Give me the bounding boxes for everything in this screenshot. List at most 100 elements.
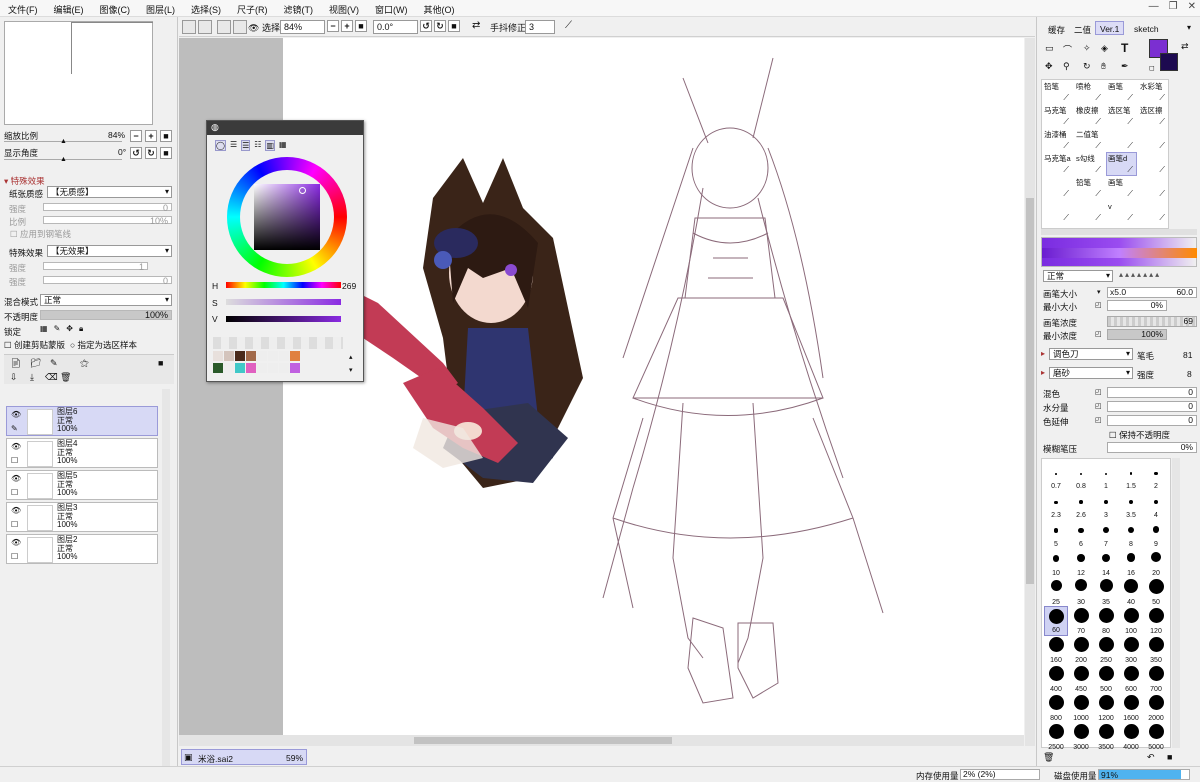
menu-item[interactable]: 其他(O) (416, 0, 463, 17)
menu-item[interactable]: 选择(S) (183, 0, 229, 17)
rotate-right-button[interactable]: ↻ (145, 147, 157, 159)
min-size-pressure-icon[interactable]: ◰ (1095, 301, 1102, 309)
horizontal-scrollbar[interactable] (179, 735, 1024, 746)
swatch[interactable] (213, 351, 223, 361)
tab-menu-icon[interactable]: ▾ (1187, 23, 1191, 32)
layer-item[interactable]: 👁︎ ☐ 图层5 正常 100% (6, 470, 158, 500)
right-tab[interactable]: Ver.1 (1095, 21, 1125, 35)
layer-effect-icon[interactable]: ⚝ (80, 358, 89, 369)
brush-size-option[interactable]: 16 (1119, 548, 1143, 578)
hue-slider[interactable] (226, 282, 341, 288)
swatch[interactable] (224, 363, 234, 373)
brush-size-option[interactable]: 14 (1094, 548, 1118, 578)
brush-size-option[interactable]: 2 (1144, 461, 1168, 491)
brush-slot[interactable]: 喷枪 ⟋ (1074, 80, 1105, 104)
mix-input[interactable]: 0 (1107, 387, 1197, 398)
hue-ring[interactable] (227, 157, 347, 277)
brush-size-option[interactable]: 10 (1044, 548, 1068, 578)
swatch[interactable] (235, 351, 245, 361)
toolbar-rotate-left-button[interactable]: ↺ (420, 20, 432, 32)
brush-size-option[interactable]: 120 (1144, 606, 1168, 636)
right-tab[interactable]: 缓存 (1043, 21, 1070, 35)
menu-item[interactable]: 图像(C) (92, 0, 139, 17)
brush-size-option[interactable]: 0.7 (1044, 461, 1068, 491)
brush-size-option[interactable]: 5 (1044, 519, 1068, 549)
brush-size-option[interactable]: 450 (1069, 664, 1093, 694)
options-square-icon[interactable]: ■ (1167, 752, 1172, 762)
selection-source-radio[interactable]: ○ 指定为选区样本 (70, 339, 137, 351)
swatch[interactable] (246, 363, 256, 373)
rotate-reset-button[interactable]: ■ (160, 147, 172, 159)
layer-edit-icon[interactable]: ☐ (11, 456, 18, 465)
effect-strength2-slider[interactable]: 0 (43, 276, 172, 286)
stretch-input[interactable]: 0 (1107, 415, 1197, 426)
transfer-down-icon[interactable]: ⇩ (10, 372, 18, 383)
brush-slot[interactable]: ⟋ (1074, 200, 1105, 224)
brush-slot[interactable]: 油漆桶 ⟋ (1042, 128, 1073, 152)
brush-size-option[interactable]: 4000 (1119, 722, 1143, 752)
brush-slot[interactable]: 水彩笔 ⟋ (1138, 80, 1169, 104)
brush-size-option[interactable]: 4 (1144, 490, 1168, 520)
brush-slot[interactable]: 画笔 ⟋ (1106, 176, 1137, 200)
swatch[interactable] (213, 363, 223, 373)
paper-dropdown[interactable]: 【无质感】 (47, 186, 172, 198)
brush-size-option[interactable]: 1200 (1094, 693, 1118, 723)
vertical-scroll-thumb[interactable] (1026, 198, 1034, 584)
toolbar-zoom-out-button[interactable]: − (327, 20, 339, 32)
new-layer-icon[interactable]: 📄︎ (10, 358, 21, 369)
new-linework-layer-icon[interactable]: ✎ (50, 358, 58, 369)
mixer-tab-icon[interactable]: ▥ (265, 140, 276, 151)
swatch[interactable] (235, 363, 245, 373)
angle-select[interactable]: 0.0° (373, 20, 418, 34)
navigator-preview[interactable] (4, 21, 153, 125)
shape-icon[interactable]: ◈ (1101, 43, 1108, 54)
maximize-icon[interactable]: ❐ (1169, 1, 1178, 12)
brush-size-option[interactable]: 1600 (1119, 693, 1143, 723)
rotate-icon[interactable]: ↻ (1083, 61, 1091, 72)
effects-section-header[interactable]: ▾ 特殊效果 (4, 175, 45, 187)
menu-item[interactable]: 尺子(R) (229, 0, 276, 17)
layer-item[interactable]: 👁︎ ☐ 图层3 正常 100% (6, 502, 158, 532)
strength-slider[interactable]: 0 (43, 203, 172, 213)
flip-horizontal-icon[interactable]: ⇄ (472, 20, 480, 31)
brush-slot[interactable]: 选区笔 ⟋ (1106, 104, 1137, 128)
brush-slot[interactable]: v ⟋ (1106, 200, 1137, 224)
brush-size-option[interactable]: 300 (1119, 635, 1143, 665)
brush-size-option[interactable]: 40 (1119, 577, 1143, 607)
brush-size-option[interactable]: 2000 (1144, 693, 1168, 723)
stabilizer-select[interactable]: 3 (525, 20, 555, 34)
document-tab[interactable]: ▣ 米浴.sai2 59% (181, 749, 307, 765)
size-input[interactable]: x5.0 60.0 (1107, 287, 1197, 298)
brush-size-option[interactable]: 5000 (1144, 722, 1168, 752)
brush-slot[interactable]: 二值笔 ⟋ (1074, 128, 1105, 152)
rect-select-icon[interactable]: ▭ (1045, 43, 1054, 54)
zoom-select[interactable]: 84% (280, 20, 325, 34)
min-density-input[interactable]: 100% (1107, 329, 1167, 340)
toolbar-rotate-right-button[interactable]: ↻ (434, 20, 446, 32)
brush-size-option[interactable]: 6 (1069, 519, 1093, 549)
blend-mode-dropdown[interactable]: 正常 (40, 294, 172, 306)
brush-slot[interactable]: 画笔d ⟋ (1106, 152, 1137, 176)
brush-size-option[interactable]: 250 (1094, 635, 1118, 665)
deselect-button[interactable] (217, 20, 231, 34)
eye-icon[interactable]: 👁︎ (11, 442, 21, 451)
hand-icon[interactable]: ✋︎ (1101, 61, 1106, 72)
eye-icon[interactable]: 👁︎ (11, 474, 21, 483)
vertical-scrollbar[interactable] (1025, 38, 1035, 746)
swatch[interactable] (246, 351, 256, 361)
reset-icon[interactable]: ↶ (1147, 752, 1155, 763)
brush-size-option[interactable]: 2.3 (1044, 490, 1068, 520)
opacity-slider[interactable]: 100% (40, 310, 172, 320)
brush-size-option[interactable]: 3000 (1069, 722, 1093, 752)
clear-layer-icon[interactable]: ⌫ (45, 372, 58, 383)
invert-selection-button[interactable] (233, 20, 247, 34)
zoom-in-button[interactable]: + (145, 130, 157, 142)
layer-edit-icon[interactable]: ✎ (11, 424, 18, 433)
swatch[interactable] (279, 351, 289, 361)
brush-size-option[interactable]: 1.5 (1119, 461, 1143, 491)
brush-size-scrollbar[interactable] (1172, 458, 1180, 748)
brush-size-option[interactable]: 160 (1044, 635, 1068, 665)
menu-item[interactable]: 编辑(E) (46, 0, 92, 17)
delete-layer-icon[interactable]: 🗑︎ (60, 372, 71, 383)
swatches-tab-icon[interactable]: ☷ (254, 140, 261, 151)
